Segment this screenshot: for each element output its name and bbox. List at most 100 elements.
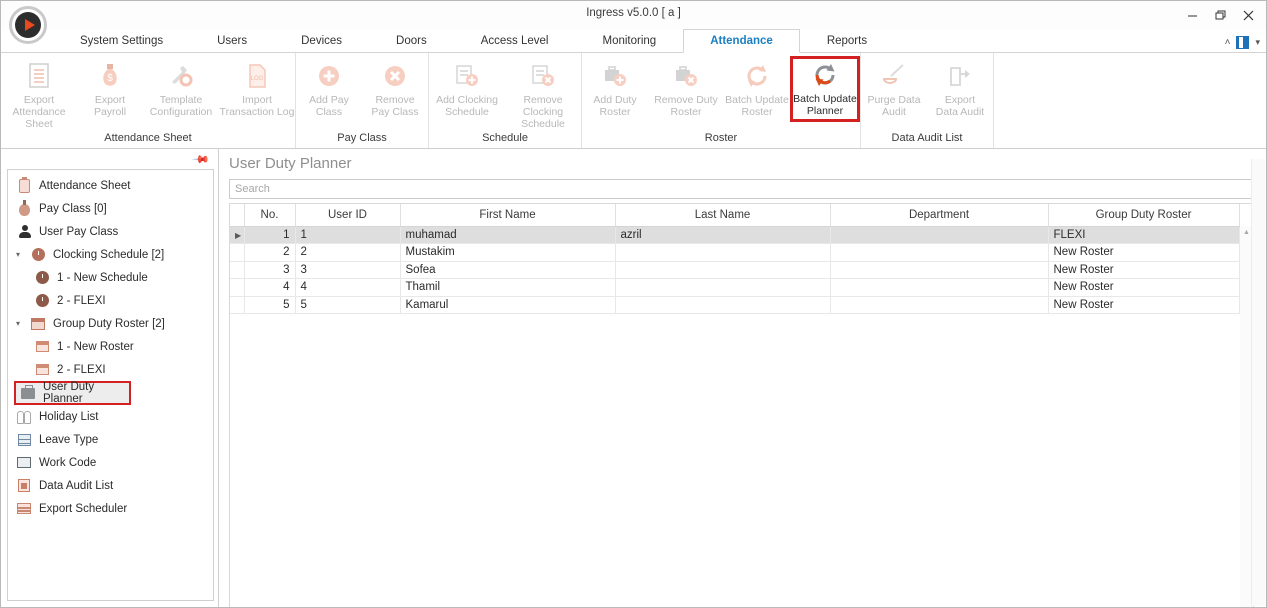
search-input[interactable] <box>229 179 1254 199</box>
sidebar-item-user-pay-class[interactable]: User Pay Class <box>8 220 213 243</box>
sidebar-item-export-scheduler[interactable]: Export Scheduler <box>8 497 213 520</box>
column-header-first-name[interactable]: First Name <box>400 204 616 227</box>
sidebar-item-label: Work Code <box>39 456 97 469</box>
column-header-user-id[interactable]: User ID <box>295 204 401 227</box>
sidebar-item-group-duty-roster[interactable]: ▾ Group Duty Roster [2] <box>8 312 213 335</box>
ribbon-button-remove-clocking-schedule[interactable]: Remove Clocking Schedule <box>505 57 581 130</box>
ribbon-button-remove-duty-roster[interactable]: Remove Duty Roster <box>648 57 724 118</box>
panel-vertical-scrollbar[interactable] <box>1251 159 1265 606</box>
table-row[interactable]: 4 4 Thamil New Roster <box>230 278 1253 297</box>
ribbon-button-label: Export <box>944 94 976 106</box>
ribbon-button-export-attendance-sheet[interactable]: Export Attendance Sheet <box>1 57 77 130</box>
sidebar-item-flexi-schedule[interactable]: 2 - FLEXI <box>8 289 213 312</box>
cell-department <box>830 226 1049 244</box>
ribbon-button-export-data-audit[interactable]: Export Data Audit <box>927 57 993 118</box>
office-icon[interactable] <box>1236 36 1250 49</box>
ribbon-button-label: Import <box>242 94 272 106</box>
scheduler-icon <box>16 501 32 516</box>
ribbon-button-label: Template <box>159 94 203 106</box>
ribbon-group-attendance-sheet: Export Attendance Sheet $ Export Payroll… <box>1 53 296 148</box>
tab-attendance[interactable]: Attendance <box>683 29 800 53</box>
ribbon-button-remove-pay-class[interactable]: Remove Pay Class <box>362 57 428 118</box>
table-row[interactable]: 3 3 Sofea New Roster <box>230 261 1253 279</box>
table-row[interactable]: 5 5 Kamarul New Roster <box>230 296 1253 314</box>
ingress-logo-icon[interactable] <box>9 6 47 44</box>
export-attendance-sheet-icon <box>24 61 54 91</box>
column-header-department[interactable]: Department <box>830 204 1049 227</box>
minimize-button[interactable] <box>1178 3 1206 27</box>
ribbon-button-batch-update-roster[interactable]: Batch Update Roster <box>724 57 790 118</box>
add-pay-class-icon <box>314 61 344 91</box>
svg-text:LOG: LOG <box>251 76 264 82</box>
remove-duty-roster-icon <box>671 61 701 91</box>
ribbon-button-add-duty-roster[interactable]: Add Duty Roster <box>582 57 648 118</box>
tab-access-level[interactable]: Access Level <box>454 28 576 52</box>
sidebar-item-label: Holiday List <box>39 410 99 423</box>
pin-icon[interactable]: 📌 <box>192 150 211 168</box>
sidebar-item-data-audit-list[interactable]: Data Audit List <box>8 474 213 497</box>
column-header-last-name[interactable]: Last Name <box>615 204 831 227</box>
ribbon-button-import-transaction-log[interactable]: LOG Import Transaction Log <box>219 57 295 118</box>
tab-doors[interactable]: Doors <box>369 28 454 52</box>
tab-reports[interactable]: Reports <box>800 28 894 52</box>
sidebar-item-work-code[interactable]: Work Code <box>8 451 213 474</box>
close-button[interactable] <box>1234 3 1262 27</box>
window-controls <box>1178 1 1262 29</box>
tab-system-settings[interactable]: System Settings <box>53 28 190 52</box>
tab-monitoring[interactable]: Monitoring <box>575 28 683 52</box>
expander-icon[interactable]: ▾ <box>16 319 25 328</box>
ribbon-button-add-clocking-schedule[interactable]: Add Clocking Schedule <box>429 57 505 118</box>
table-row[interactable]: ▶ 1 1 muhamad azril FLEXI <box>230 226 1253 244</box>
collapse-ribbon-icon[interactable]: ˄ <box>1225 37 1231 48</box>
expander-icon[interactable]: ▾ <box>16 250 25 259</box>
sidebar-item-new-schedule[interactable]: 1 - New Schedule <box>8 266 213 289</box>
cell-no: 4 <box>244 278 296 297</box>
sidebar-item-pay-class[interactable]: Pay Class [0] <box>8 197 213 220</box>
ribbon-button-purge-data-audit[interactable]: Purge Data Audit <box>861 57 927 118</box>
tab-users[interactable]: Users <box>190 28 274 52</box>
ribbon-button-template-configuration[interactable]: Template Configuration <box>143 57 219 118</box>
clock-dark-icon <box>34 270 50 285</box>
restore-button[interactable] <box>1206 3 1234 27</box>
sidebar-item-flexi-roster[interactable]: 2 - FLEXI <box>8 358 213 381</box>
clock-icon <box>30 247 46 262</box>
ribbon-button-label2: Pay Class <box>371 106 419 118</box>
row-marker <box>230 296 245 314</box>
sidebar-item-holiday-list[interactable]: Holiday List <box>8 405 213 428</box>
briefcase-icon <box>20 384 36 401</box>
table-body: ▶ 1 1 muhamad azril FLEXI 2 2 Mustakim N… <box>230 226 1253 314</box>
sidebar-item-new-roster[interactable]: 1 - New Roster <box>8 335 213 358</box>
sidebar-item-user-duty-planner[interactable]: User Duty Planner <box>14 381 131 405</box>
chevron-down-icon[interactable]: ▾ <box>1255 37 1260 48</box>
ribbon-button-label2: Transaction Log <box>219 106 295 118</box>
calendar-small-icon <box>34 339 50 354</box>
cell-last-name <box>615 243 831 262</box>
tab-devices[interactable]: Devices <box>274 28 369 52</box>
ribbon-button-export-payroll[interactable]: $ Export Payroll <box>77 57 143 118</box>
cell-no: 1 <box>244 226 296 244</box>
cell-group-duty-roster: New Roster <box>1048 243 1240 262</box>
cell-department <box>830 278 1049 297</box>
sidebar-pin-bar: 📌 <box>1 149 218 169</box>
ribbon-button-add-pay-class[interactable]: Add Pay Class <box>296 57 362 118</box>
window-title: Ingress v5.0.0 [ a ] <box>586 7 681 19</box>
sidebar-item-label: User Duty Planner <box>43 381 95 405</box>
sidebar-tree[interactable]: Attendance Sheet Pay Class [0] User Pay … <box>7 169 214 601</box>
cell-user-id: 5 <box>295 296 401 314</box>
sidebar-item-attendance-sheet[interactable]: Attendance Sheet <box>8 174 213 197</box>
sidebar-item-label: User Pay Class <box>39 225 119 238</box>
clock-dark-icon <box>34 293 50 308</box>
sidebar-item-clocking-schedule[interactable]: ▾ Clocking Schedule [2] <box>8 243 213 266</box>
grid-icon <box>16 432 32 447</box>
ribbon-button-label2: Roster <box>670 106 702 118</box>
ribbon-button-batch-update-planner[interactable]: Batch Update Planner <box>790 56 860 122</box>
ribbon-group-label: Attendance Sheet <box>104 132 192 144</box>
ribbon-button-label2: Planner <box>806 105 844 117</box>
table-row[interactable]: 2 2 Mustakim New Roster <box>230 243 1253 262</box>
ribbon-tab-strip: System Settings Users Devices Doors Acce… <box>1 29 1266 53</box>
sidebar-item-leave-type[interactable]: Leave Type <box>8 428 213 451</box>
money-bag-icon <box>16 199 32 216</box>
column-header-no[interactable]: No. <box>244 204 296 227</box>
column-header-group-duty-roster[interactable]: Group Duty Roster <box>1048 204 1240 227</box>
ribbon-button-label2: Roster <box>599 106 631 118</box>
